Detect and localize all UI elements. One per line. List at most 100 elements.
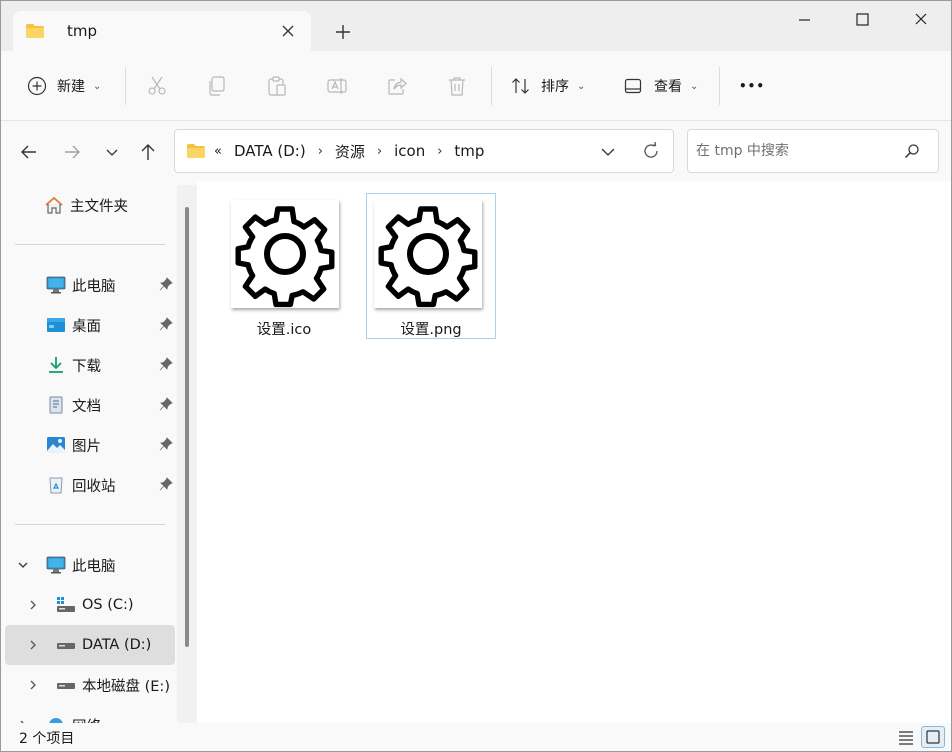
new-label: 新建	[57, 79, 85, 95]
cut-icon[interactable]	[146, 75, 168, 97]
breadcrumb-icon[interactable]: icon	[394, 142, 425, 160]
tab-title: tmp	[67, 22, 98, 40]
close-tab-icon[interactable]	[279, 22, 297, 40]
gear-icon	[378, 206, 478, 308]
up-button[interactable]	[137, 141, 159, 163]
folder-icon	[26, 24, 44, 38]
maximize-button[interactable]	[839, 9, 885, 31]
toolbar-divider	[719, 67, 720, 105]
file-item-png[interactable]: 设置.png	[366, 193, 496, 339]
copy-icon[interactable]	[206, 75, 228, 97]
file-list: 设置.ico 设置.png	[197, 181, 951, 723]
sidebar-item-network[interactable]: 网络	[5, 705, 175, 723]
details-view-button[interactable]	[894, 726, 918, 748]
new-tab-button[interactable]	[333, 22, 353, 42]
file-thumbnail	[231, 200, 339, 308]
sidebar-item-label: 此电脑	[72, 278, 116, 295]
search-input[interactable]	[696, 140, 896, 162]
chevron-right-icon[interactable]	[27, 639, 39, 651]
tiles-view-icon	[926, 730, 940, 744]
sidebar-item-drive-e[interactable]: 本地磁盘 (E:)	[5, 665, 175, 705]
file-item-ico[interactable]: 设置.ico	[219, 193, 349, 339]
breadcrumb-tmp[interactable]: tmp	[454, 142, 484, 160]
chevron-down-icon: ⌄	[690, 80, 699, 92]
os-drive-icon	[57, 597, 75, 612]
new-button[interactable]: 新建 ⌄	[27, 71, 101, 101]
download-icon	[49, 357, 63, 373]
sidebar-item-recycle-bin[interactable]: 回收站	[5, 465, 175, 505]
rename-icon[interactable]	[326, 75, 348, 97]
address-history-chevron-icon[interactable]	[599, 143, 617, 161]
sidebar-item-label: 回收站	[72, 478, 116, 495]
sort-label: 排序	[541, 79, 569, 95]
chevron-right-icon[interactable]	[27, 679, 39, 691]
more-icon: •••	[739, 79, 766, 93]
breadcrumb-separator[interactable]: ›	[377, 144, 382, 159]
breadcrumb-separator[interactable]: ›	[437, 144, 442, 159]
sidebar-item-label: DATA (D:)	[82, 637, 152, 653]
folder-icon	[187, 144, 205, 158]
search-icon[interactable]	[904, 143, 920, 159]
refresh-icon[interactable]	[641, 141, 661, 161]
share-icon[interactable]	[386, 75, 408, 97]
item-count: 2 个项目	[19, 731, 75, 747]
sidebar-divider	[15, 524, 165, 525]
sidebar-item-label: 图片	[72, 438, 101, 455]
command-bar: 新建 ⌄ 排序 ⌄ 查看 ⌄ •••	[1, 51, 951, 121]
sidebar-item-this-pc-pinned[interactable]: 此电脑	[5, 265, 175, 305]
sidebar-item-label: 下载	[72, 358, 101, 375]
sidebar-item-drive-c[interactable]: OS (C:)	[5, 585, 175, 625]
more-options-button[interactable]: •••	[739, 71, 765, 101]
sidebar-item-home[interactable]: 主文件夹	[5, 185, 175, 225]
view-icon	[624, 78, 642, 94]
chevron-right-icon[interactable]	[27, 599, 39, 611]
delete-icon[interactable]	[446, 75, 468, 97]
recent-locations-button[interactable]	[101, 141, 123, 163]
sidebar-item-desktop[interactable]: 桌面	[5, 305, 175, 345]
pin-icon[interactable]	[159, 357, 173, 371]
sidebar-item-label: 此电脑	[72, 558, 116, 575]
chevron-down-icon: ⌄	[577, 80, 586, 92]
pin-icon[interactable]	[159, 477, 173, 491]
pin-icon[interactable]	[159, 437, 173, 451]
computer-icon	[46, 276, 66, 294]
sidebar-divider	[15, 244, 165, 245]
chevron-down-icon[interactable]	[17, 559, 29, 571]
sort-button[interactable]: 排序 ⌄	[511, 71, 585, 101]
paste-icon[interactable]	[266, 75, 288, 97]
address-row: « DATA (D:) › 资源 › icon › tmp	[1, 122, 951, 180]
sidebar-item-label: 网络	[72, 715, 101, 724]
document-icon	[49, 396, 63, 414]
drive-icon	[57, 683, 75, 689]
breadcrumb-data-drive[interactable]: DATA (D:)	[234, 142, 306, 160]
sidebar-item-this-pc[interactable]: 此电脑	[5, 545, 175, 585]
pin-icon[interactable]	[159, 317, 173, 331]
sidebar-scrollbar[interactable]	[177, 185, 197, 723]
add-icon	[27, 76, 47, 96]
file-name: 设置.ico	[256, 322, 312, 338]
file-name: 设置.png	[400, 322, 462, 338]
search-box[interactable]	[687, 129, 939, 173]
large-icons-view-button[interactable]	[921, 726, 945, 748]
sidebar-item-documents[interactable]: 文档	[5, 385, 175, 425]
close-window-button[interactable]	[897, 9, 943, 31]
minimize-button[interactable]	[781, 9, 827, 31]
tab-tmp[interactable]: tmp	[13, 11, 311, 51]
scrollbar-thumb[interactable]	[185, 207, 189, 647]
file-thumbnail	[374, 200, 482, 308]
back-button[interactable]	[18, 141, 40, 163]
recycle-bin-icon	[49, 477, 63, 494]
breadcrumb-separator[interactable]: ›	[318, 144, 323, 159]
view-button[interactable]: 查看 ⌄	[624, 71, 698, 101]
pin-icon[interactable]	[159, 397, 173, 411]
toolbar-divider	[125, 67, 126, 105]
address-bar[interactable]: « DATA (D:) › 资源 › icon › tmp	[174, 129, 674, 173]
breadcrumb-overflow[interactable]: «	[214, 144, 222, 159]
breadcrumb-resources[interactable]: 资源	[335, 141, 365, 162]
forward-button[interactable]	[61, 141, 83, 163]
sidebar-item-drive-d[interactable]: DATA (D:)	[5, 625, 175, 665]
sidebar-item-downloads[interactable]: 下载	[5, 345, 175, 385]
sidebar-item-pictures[interactable]: 图片	[5, 425, 175, 465]
pin-icon[interactable]	[159, 277, 173, 291]
file-explorer-window: tmp 新建 ⌄ 排序 ⌄ 查看 ⌄ ••• « DATA (D:) › 资源 …	[0, 0, 952, 752]
